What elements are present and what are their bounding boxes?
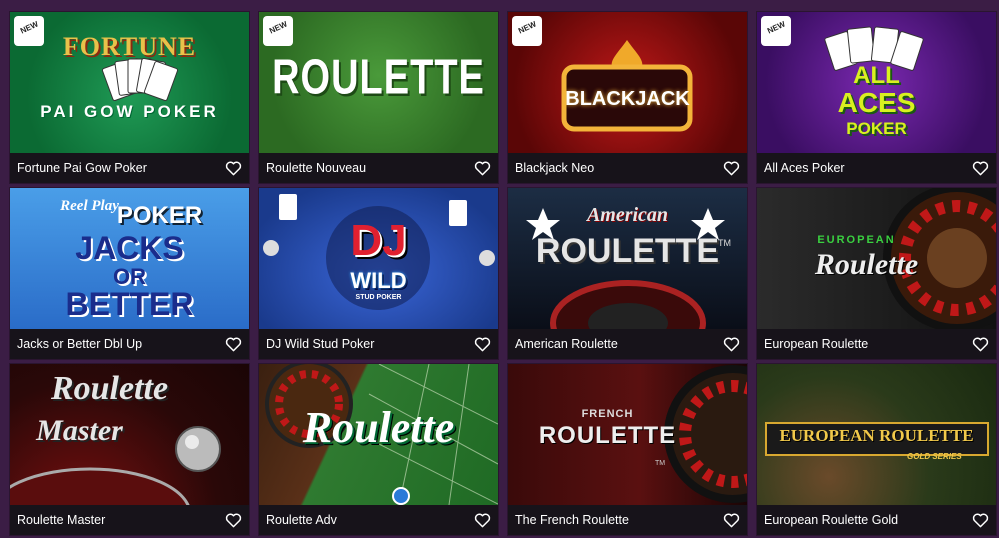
game-logo-caption: EUROPEAN <box>817 234 896 246</box>
game-logo-title: ROULETTE <box>272 50 485 106</box>
game-logo-title: EUROPEAN ROULETTE <box>779 426 974 445</box>
heart-outline-icon[interactable] <box>474 513 491 528</box>
game-thumbnail[interactable]: NEW BLACKJACK <box>508 12 747 153</box>
game-card-footer: Roulette Adv <box>259 505 498 535</box>
game-card-all-aces-poker[interactable]: NEW ALL ACES POKER All Aces Poker <box>757 12 996 183</box>
game-thumbnail[interactable]: NEW ROULETTE <box>259 12 498 153</box>
game-logo-title: ROULETTE <box>535 232 720 270</box>
game-card-footer: European Roulette Gold <box>757 505 996 535</box>
game-title: European Roulette <box>764 337 869 351</box>
heart-outline-icon[interactable] <box>225 513 242 528</box>
game-title: American Roulette <box>515 337 618 351</box>
game-title: European Roulette Gold <box>764 513 899 527</box>
game-card-footer: Jacks or Better Dbl Up <box>10 329 249 359</box>
spade-icon <box>561 40 693 132</box>
game-card-footer: European Roulette <box>757 329 996 359</box>
heart-outline-icon[interactable] <box>474 161 491 176</box>
game-logo-title: ROULETTE <box>538 422 677 449</box>
game-card-the-french-roulette[interactable]: FRENCH ROULETTE TM The French Roulette <box>508 364 747 535</box>
game-title: Roulette Adv <box>266 513 337 527</box>
game-title: The French Roulette <box>515 513 629 527</box>
game-thumbnail[interactable]: American ROULETTE TM <box>508 188 747 329</box>
game-title: Jacks or Better Dbl Up <box>17 337 143 351</box>
game-title: Blackjack Neo <box>515 161 595 175</box>
heart-outline-icon[interactable] <box>972 161 989 176</box>
game-logo-line-4: BETTER <box>65 286 194 322</box>
game-logo-subtitle: PAI GOW POKER <box>40 102 219 121</box>
game-thumbnail[interactable]: NEW ALL ACES POKER <box>757 12 996 153</box>
game-title: Fortune Pai Gow Poker <box>17 161 147 175</box>
heart-outline-icon[interactable] <box>474 337 491 352</box>
game-card-footer: Blackjack Neo <box>508 153 747 183</box>
game-card-footer: All Aces Poker <box>757 153 996 183</box>
game-title: Roulette Master <box>17 513 106 527</box>
game-card-footer: Fortune Pai Gow Poker <box>10 153 249 183</box>
game-logo-script: American <box>586 204 669 226</box>
game-logo-title: Roulette <box>814 248 919 281</box>
heart-outline-icon[interactable] <box>972 337 989 352</box>
game-logo-line-3: POKER <box>846 119 907 138</box>
game-logo-line-1: POKER <box>116 202 203 229</box>
game-card-roulette-adv[interactable]: Roulette Roulette Adv <box>259 364 498 535</box>
game-grid: NEW FORTUNE PAI GOW POKER Fortune Pai Go… <box>10 12 996 535</box>
heart-outline-icon[interactable] <box>225 337 242 352</box>
game-logo-subtitle: Master <box>36 414 123 447</box>
game-logo-line-2: JACKS <box>75 230 184 266</box>
game-card-fortune-pai-gow-poker[interactable]: NEW FORTUNE PAI GOW POKER Fortune Pai Go… <box>10 12 249 183</box>
game-card-dj-wild-stud-poker[interactable]: DJ WILD STUD POKER DJ Wild Stud Poker <box>259 188 498 359</box>
game-logo-subtitle: WILD <box>350 268 407 293</box>
game-card-european-roulette-gold[interactable]: EUROPEAN ROULETTE GOLD SERIES European R… <box>757 364 996 535</box>
game-title: All Aces Poker <box>764 161 845 175</box>
game-thumbnail[interactable]: DJ WILD STUD POKER <box>259 188 498 329</box>
game-logo-title: DJ <box>350 216 407 265</box>
game-title: DJ Wild Stud Poker <box>266 337 375 351</box>
heart-outline-icon[interactable] <box>225 161 242 176</box>
game-logo-title: FORTUNE <box>62 32 197 61</box>
game-logo-caption: STUD POKER <box>355 294 402 301</box>
trademark-mark: TM <box>655 460 666 467</box>
game-thumbnail[interactable]: NEW FORTUNE PAI GOW POKER <box>10 12 249 153</box>
game-title: Roulette Nouveau <box>266 161 367 175</box>
heart-outline-icon[interactable] <box>723 161 740 176</box>
game-logo-subtitle: GOLD SERIES <box>907 452 962 461</box>
game-card-jacks-or-better[interactable]: Reel Play POKER JACKS OR BETTER Jacks or… <box>10 188 249 359</box>
game-thumbnail[interactable]: EUROPEAN ROULETTE GOLD SERIES <box>757 364 996 505</box>
heart-outline-icon[interactable] <box>723 513 740 528</box>
game-card-footer: Roulette Nouveau <box>259 153 498 183</box>
game-thumbnail[interactable]: Roulette <box>259 364 498 505</box>
game-thumbnail[interactable]: EUROPEAN Roulette <box>757 188 996 329</box>
game-logo-caption: FRENCH <box>581 408 634 420</box>
game-card-footer: Roulette Master <box>10 505 249 535</box>
game-card-american-roulette[interactable]: American ROULETTE TM American Roulette <box>508 188 747 359</box>
new-badge: NEW <box>263 16 293 46</box>
game-card-blackjack-neo[interactable]: NEW BLACKJACK Blackjack Neo <box>508 12 747 183</box>
game-logo-title: Roulette <box>302 403 455 452</box>
heart-outline-icon[interactable] <box>972 513 989 528</box>
trademark-mark: TM <box>718 238 731 248</box>
game-card-footer: DJ Wild Stud Poker <box>259 329 498 359</box>
game-logo-title: Roulette <box>50 370 169 407</box>
game-logo-line-1: ALL <box>853 62 900 89</box>
heart-outline-icon[interactable] <box>723 337 740 352</box>
game-card-footer: The French Roulette <box>508 505 747 535</box>
game-thumbnail[interactable]: Reel Play POKER JACKS OR BETTER <box>10 188 249 329</box>
game-card-roulette-nouveau[interactable]: NEW ROULETTE Roulette Nouveau <box>259 12 498 183</box>
game-card-european-roulette[interactable]: EUROPEAN Roulette European Roulette <box>757 188 996 359</box>
game-thumbnail[interactable]: FRENCH ROULETTE TM <box>508 364 747 505</box>
game-logo-title: BLACKJACK <box>565 88 690 110</box>
game-thumbnail[interactable]: Roulette Master <box>10 364 249 505</box>
game-card-footer: American Roulette <box>508 329 747 359</box>
game-card-roulette-master[interactable]: Roulette Master Roulette Master <box>10 364 249 535</box>
game-logo-line-2: ACES <box>837 87 916 118</box>
